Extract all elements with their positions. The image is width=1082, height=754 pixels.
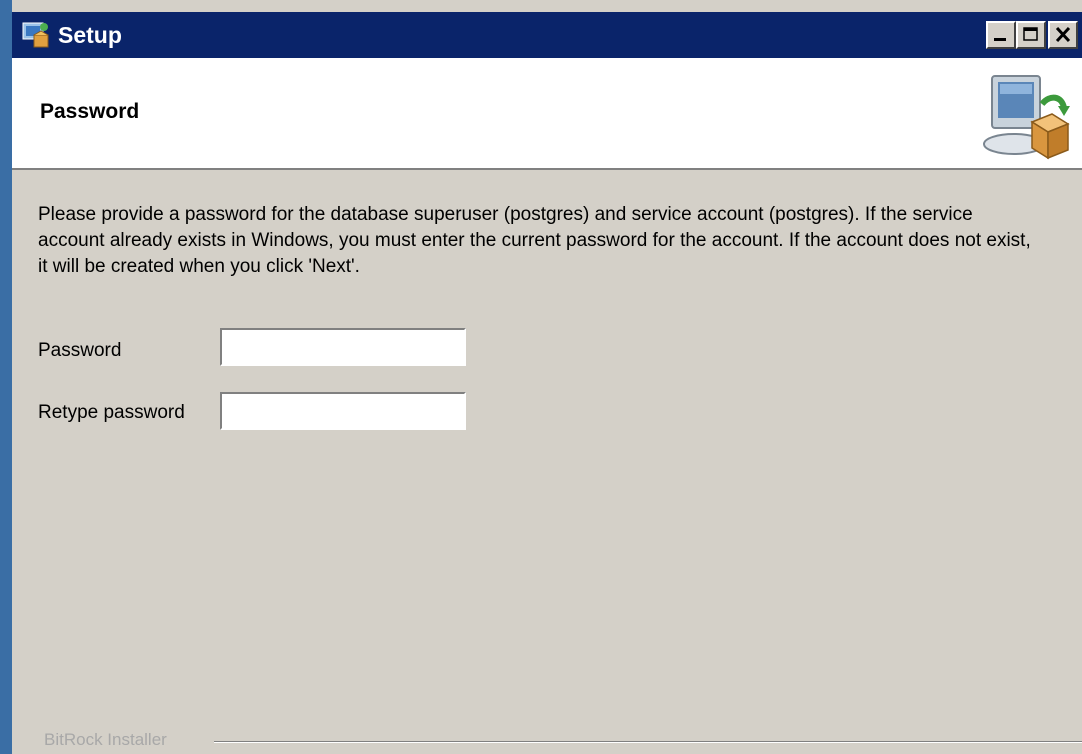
password-field[interactable] (220, 328, 466, 366)
title-bar[interactable]: Setup (12, 12, 1082, 58)
description-text: Please provide a password for the databa… (38, 204, 1031, 277)
window-title: Setup (58, 22, 122, 48)
wizard-header: Password (12, 58, 1082, 170)
page-title: Password (40, 100, 140, 123)
retype-password-field[interactable] (220, 392, 466, 430)
maximize-icon (1023, 27, 1038, 41)
window-left-edge (0, 0, 12, 754)
installer-brand: BitRock Installer (44, 730, 167, 749)
wizard-content: Please provide a password for the databa… (12, 170, 1082, 754)
footer-divider (214, 741, 1082, 743)
computer-box-installer-icon (972, 70, 1072, 166)
maximize-button[interactable] (1016, 21, 1046, 49)
close-icon (1055, 26, 1071, 43)
setup-window: Setup Password Please provide a password… (0, 0, 1082, 754)
minimize-icon (994, 38, 1006, 41)
setup-app-icon (20, 19, 52, 51)
password-label: Password (38, 340, 122, 361)
retype-password-label: Retype password (38, 402, 185, 423)
minimize-button[interactable] (986, 21, 1016, 49)
close-button[interactable] (1048, 21, 1078, 49)
